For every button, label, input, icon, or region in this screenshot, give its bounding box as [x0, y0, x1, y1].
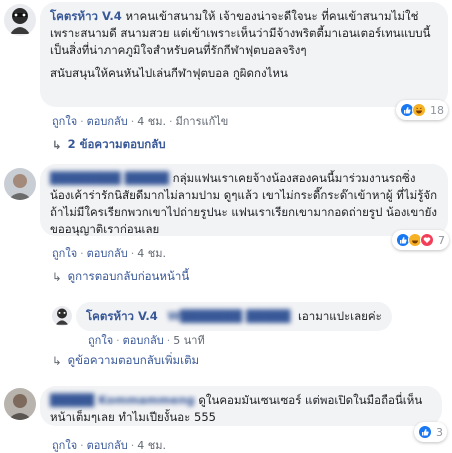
reply-link[interactable]: ตอบกลับ — [87, 439, 128, 452]
comment-time[interactable]: 4 ชม. — [137, 115, 166, 128]
reply-link[interactable]: ตอบกลับ — [123, 334, 164, 347]
edited-label[interactable]: มีการแก้ไข — [175, 115, 228, 128]
mention-tag[interactable]: W███████ █████ — [167, 309, 290, 323]
comment-actions: ถูกใจ · ตอบกลับ · 4 ชม. — [52, 439, 166, 452]
comment-text-line2: สนับสนุนให้คนหันไปเล่นกีฬาฟุตบอล กูผิดกง… — [50, 66, 288, 80]
reply-arrow-icon: ↳ — [52, 270, 62, 284]
view-previous-replies-link[interactable]: ↳ ดูการตอบกลับก่อนหน้านี้ — [52, 268, 189, 286]
reply-bubble: โคตรห้าว V.4 W███████ █████ เอามาแปะเลยค… — [76, 302, 392, 331]
avatar[interactable] — [52, 306, 72, 326]
comment-time[interactable]: 4 ชม. — [137, 439, 166, 452]
comment-time[interactable]: 5 นาที — [173, 334, 204, 347]
comment-bubble: █████ Kommammeng ดูในคอมมันเซนเซอร์ แต่พ… — [40, 386, 442, 426]
reply-actions: ถูกใจ · ตอบกลับ · 5 นาที — [88, 334, 205, 347]
comment-author[interactable]: █████ Kommammeng — [50, 393, 195, 407]
reply-arrow-icon: ↳ — [52, 354, 62, 368]
reply-link[interactable]: ตอบกลับ — [87, 247, 128, 260]
avatar[interactable] — [4, 388, 36, 420]
view-more-replies-link[interactable]: ↳ ดูข้อความตอบกลับเพิ่มเติม — [52, 352, 199, 370]
reaction-summary[interactable]: 3 — [414, 422, 447, 442]
reply-author[interactable]: โคตรห้าว V.4 — [86, 309, 158, 323]
reply-summary: 2 ข้อความตอบกลับ — [67, 137, 166, 151]
comment-actions: ถูกใจ · ตอบกลับ · 4 ชม. — [52, 247, 166, 260]
comment-author[interactable]: ████████ █████ — [50, 171, 169, 185]
comment-bubble: โคตรห้าว V.4 หาคนเข้าสนามให้ เจ้าของน่าจ… — [40, 2, 448, 107]
reply-arrow-icon: ↳ — [52, 138, 62, 152]
comment-author[interactable]: โคตรห้าว V.4 — [50, 9, 122, 23]
like-link[interactable]: ถูกใจ — [52, 247, 77, 260]
like-link[interactable]: ถูกใจ — [88, 334, 113, 347]
reply-text: เอามาแปะเลยค่ะ — [297, 309, 382, 323]
reaction-count: 7 — [438, 233, 445, 247]
like-icon — [418, 425, 432, 439]
comment-actions: ถูกใจ · ตอบกลับ · 4 ชม. · มีการแก้ไข — [52, 115, 229, 128]
comment-time[interactable]: 4 ชม. — [137, 247, 166, 260]
more-replies-label: ดูข้อความตอบกลับเพิ่มเติม — [67, 353, 200, 367]
like-link[interactable]: ถูกใจ — [52, 439, 77, 452]
view-replies-link[interactable]: ↳ 2 ข้อความตอบกลับ — [52, 136, 166, 154]
avatar[interactable] — [4, 4, 36, 36]
like-link[interactable]: ถูกใจ — [52, 115, 77, 128]
love-icon — [420, 233, 434, 247]
reaction-summary[interactable]: 7 — [392, 230, 449, 250]
reaction-summary[interactable]: 18 — [396, 100, 448, 120]
haha-icon — [412, 103, 426, 117]
reply-link[interactable]: ตอบกลับ — [87, 115, 128, 128]
reaction-count: 18 — [430, 103, 444, 117]
previous-replies-label: ดูการตอบกลับก่อนหน้านี้ — [67, 269, 190, 283]
avatar[interactable] — [4, 168, 36, 200]
reaction-count: 3 — [436, 425, 443, 439]
comment-bubble: ████████ █████ กลุ่มแฟนเราเคยจ้างน้องสอง… — [40, 164, 448, 236]
